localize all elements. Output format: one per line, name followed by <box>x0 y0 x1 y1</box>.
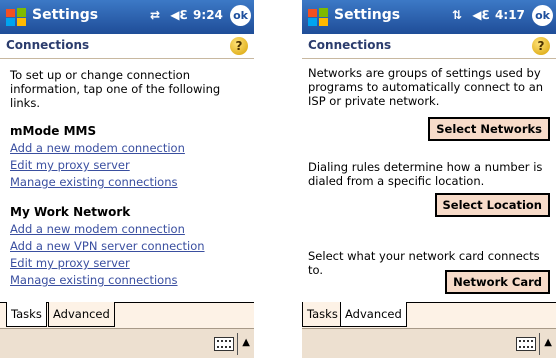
help-icon[interactable]: ? <box>230 37 248 55</box>
help-icon[interactable]: ? <box>532 37 550 55</box>
menu-separator <box>539 333 540 355</box>
dialing-content: Dialing rules determine how a number is … <box>308 160 554 188</box>
connectivity-icon[interactable]: ⇄ <box>150 8 160 22</box>
menu-bar: ▲ <box>302 328 556 358</box>
menu-separator <box>237 333 238 355</box>
manage-connections-link[interactable]: Manage existing connections <box>10 174 250 191</box>
clock[interactable]: 4:17 <box>495 8 525 22</box>
connections-content: To set up or change connection informati… <box>10 68 250 289</box>
connections-tasks-screen: Settings ⇄ ◀ℇ 9:24 ok Connections ? To s… <box>0 0 254 358</box>
select-networks-button[interactable]: Select Networks <box>428 117 550 141</box>
intro-text: To set up or change connection informati… <box>10 68 221 110</box>
select-location-button[interactable]: Select Location <box>434 193 550 217</box>
connectivity-icon[interactable]: ⇅ <box>452 8 462 22</box>
tab-tasks[interactable]: Tasks <box>6 302 47 327</box>
edit-proxy-link[interactable]: Edit my proxy server <box>10 157 250 174</box>
section-title-mmode: mMode MMS <box>10 124 97 138</box>
page-title: Connections <box>308 38 392 52</box>
add-modem-connection-link[interactable]: Add a new modem connection <box>10 221 250 238</box>
page-header: Connections ? <box>302 34 556 59</box>
page-header: Connections ? <box>0 34 254 59</box>
clock[interactable]: 9:24 <box>193 8 223 22</box>
ok-button[interactable]: ok <box>230 5 251 26</box>
add-modem-connection-link[interactable]: Add a new modem connection <box>10 140 250 157</box>
networks-text: Networks are groups of settings used by … <box>308 66 544 108</box>
section-title-work: My Work Network <box>10 205 131 219</box>
page-title: Connections <box>6 38 90 52</box>
menu-bar: ▲ <box>0 328 254 358</box>
tab-bar: Tasks Advanced <box>0 302 254 329</box>
volume-icon[interactable]: ◀ℇ <box>472 8 489 22</box>
up-arrow-icon[interactable]: ▲ <box>544 337 552 348</box>
connections-advanced-screen: Settings ⇅ ◀ℇ 4:17 ok Connections ? Netw… <box>302 0 556 358</box>
advanced-content: Networks are groups of settings used by … <box>308 66 550 108</box>
tab-bar: Tasks Advanced <box>302 302 556 329</box>
title-bar: Settings ⇄ ◀ℇ 9:24 ok <box>0 0 254 34</box>
windows-start-icon[interactable] <box>4 5 28 29</box>
keyboard-icon[interactable] <box>214 337 234 351</box>
tab-advanced[interactable]: Advanced <box>340 302 407 327</box>
windows-start-icon[interactable] <box>306 5 330 29</box>
edit-proxy-link[interactable]: Edit my proxy server <box>10 255 250 272</box>
title-bar: Settings ⇅ ◀ℇ 4:17 ok <box>302 0 556 34</box>
add-vpn-connection-link[interactable]: Add a new VPN server connection <box>10 238 250 255</box>
keyboard-icon[interactable] <box>516 337 536 351</box>
tab-advanced[interactable]: Advanced <box>48 302 115 327</box>
network-card-button[interactable]: Network Card <box>445 270 550 294</box>
volume-icon[interactable]: ◀ℇ <box>170 8 187 22</box>
tab-tasks[interactable]: Tasks <box>302 302 343 327</box>
dialing-text: Dialing rules determine how a number is … <box>308 160 543 188</box>
app-title: Settings <box>334 7 401 23</box>
manage-connections-link[interactable]: Manage existing connections <box>10 272 250 289</box>
app-title: Settings <box>32 7 99 23</box>
up-arrow-icon[interactable]: ▲ <box>242 337 250 348</box>
ok-button[interactable]: ok <box>532 5 553 26</box>
